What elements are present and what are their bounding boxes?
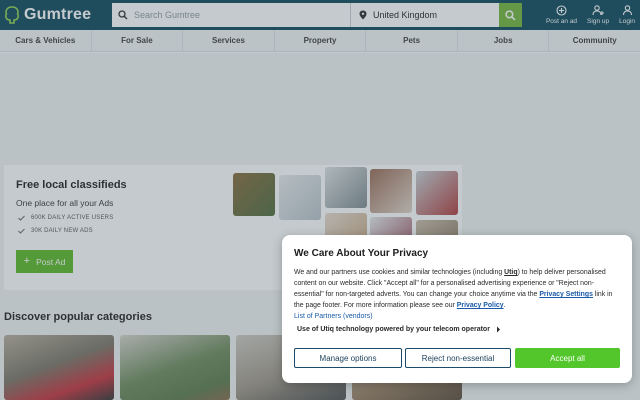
utiq-text: Utiq (504, 269, 518, 276)
chevron-right-icon (496, 326, 500, 333)
reject-non-essential-button[interactable]: Reject non-essential (405, 348, 511, 368)
utiq-info-text: Use of Utiq technology powered by your t… (297, 326, 490, 333)
privacy-policy-link[interactable]: Privacy Policy (457, 302, 504, 309)
consent-body-text: . (503, 302, 506, 309)
accept-all-button[interactable]: Accept all (515, 348, 620, 368)
privacy-consent-dialog: We Care About Your Privacy We and our pa… (282, 235, 632, 383)
manage-options-button[interactable]: Manage options (294, 348, 402, 368)
consent-body: We and our partners use cookies and simi… (294, 267, 620, 311)
consent-title: We Care About Your Privacy (294, 248, 429, 259)
partners-list-link[interactable]: List of Partners (vendors) (294, 313, 373, 320)
consent-body-text: We and our partners use cookies and simi… (294, 269, 505, 276)
utiq-info-toggle[interactable]: Use of Utiq technology powered by your t… (297, 326, 501, 333)
privacy-settings-link[interactable]: Privacy Settings (539, 291, 593, 298)
